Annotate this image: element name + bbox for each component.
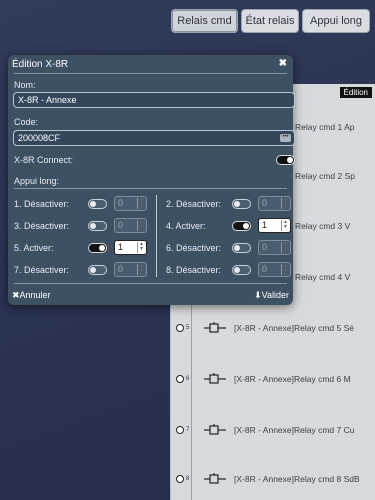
divider	[14, 188, 287, 189]
spinner-icon[interactable]: ▲ ▼	[281, 264, 289, 275]
appui-2-value: 0	[262, 198, 268, 208]
appui-3-label: 3. Désactiver:	[14, 221, 70, 231]
row-number: 5	[186, 325, 190, 331]
appui-2-toggle[interactable]	[232, 199, 251, 209]
appui-1-value: 0	[118, 198, 124, 208]
appui-6-label: 6. Désactiver:	[166, 243, 222, 253]
appui-8-value: 0	[262, 264, 268, 274]
connect-toggle[interactable]	[276, 155, 295, 165]
appui-1-toggle[interactable]	[88, 199, 107, 209]
appui-7-label: 7. Désactiver:	[14, 265, 70, 275]
relay-label: [X-8R - Annexe]Relay cmd 7 Cu	[234, 425, 355, 435]
edit-dialog: Édition X-8R ✖ Nom: X-8R - Annexe Code: …	[8, 55, 295, 305]
relay-label: [X-8R - Annexe]Relay cmd 8 SdB	[234, 474, 360, 484]
relay-icon	[204, 473, 226, 484]
appui-4-input[interactable]: 1 ▲ ▼	[258, 218, 291, 233]
divider	[14, 283, 287, 284]
spinner-icon[interactable]: ▲ ▼	[137, 198, 145, 209]
relais-cmd-button[interactable]: Relais cmd	[171, 9, 238, 33]
spinner-icon[interactable]: ▲ ▼	[281, 198, 289, 209]
list-item[interactable]: 6 [X-8R - Annexe]Relay cmd 6 M	[171, 369, 375, 389]
row-number: 8	[186, 476, 190, 482]
more-icon[interactable]: •••	[280, 134, 291, 142]
list-item[interactable]: 5 [X-8R - Annexe]Relay cmd 5 Sé	[171, 318, 375, 338]
code-label: Code:	[14, 117, 39, 127]
relay-label: [X-8R - Annexe]Relay cmd 5 Sé	[234, 323, 355, 333]
appui-3-value: 0	[118, 220, 124, 230]
row-number: 7	[186, 427, 190, 433]
select-radio[interactable]	[176, 475, 184, 483]
list-item[interactable]: Relay cmd 3 V	[295, 221, 350, 231]
list-item[interactable]: Relay cmd 4 V	[295, 272, 350, 282]
appui-7-input[interactable]: 0 ▲ ▼	[114, 262, 147, 277]
appui-1-label: 1. Désactiver:	[14, 199, 70, 209]
appui-7-toggle[interactable]	[88, 265, 107, 275]
row-number: 6	[186, 376, 190, 382]
connect-label: X-8R Connect:	[14, 155, 74, 165]
spinner-icon[interactable]: ▲ ▼	[137, 242, 145, 253]
list-item[interactable]: Relay cmd 2 Sp	[295, 171, 355, 181]
appui-3-input[interactable]: 0 ▲ ▼	[114, 218, 147, 233]
etat-relais-button[interactable]: État relais	[241, 9, 299, 33]
close-icon[interactable]: ✖	[279, 58, 287, 69]
appui-6-value: 0	[262, 242, 268, 252]
appui-6-toggle[interactable]	[232, 243, 251, 253]
select-radio[interactable]	[176, 324, 184, 332]
appui-8-toggle[interactable]	[232, 265, 251, 275]
appui-long-button[interactable]: Appui long	[302, 9, 370, 33]
appui-5-toggle[interactable]	[88, 243, 107, 253]
appui-6-input[interactable]: 0 ▲ ▼	[258, 240, 291, 255]
relay-label: [X-8R - Annexe]Relay cmd 6 M	[234, 374, 351, 384]
nom-label: Nom:	[14, 80, 36, 90]
appui-1-input[interactable]: 0 ▲ ▼	[114, 196, 147, 211]
spinner-icon[interactable]: ▲ ▼	[137, 220, 145, 231]
validate-button[interactable]: ⬇Valider	[254, 290, 289, 301]
nom-field[interactable]: X-8R - Annexe	[13, 92, 295, 108]
select-radio[interactable]	[176, 426, 184, 434]
appui-4-label: 4. Activer:	[166, 221, 206, 231]
appui-5-label: 5. Activer:	[14, 243, 54, 253]
appui-5-value: 1	[118, 242, 124, 252]
divider	[14, 73, 287, 74]
select-radio[interactable]	[176, 375, 184, 383]
code-field[interactable]: 200008CF •••	[13, 130, 295, 146]
appui-8-label: 8. Désactiver:	[166, 265, 222, 275]
relay-icon	[204, 373, 226, 384]
appui-4-value: 1	[262, 220, 268, 230]
appui-2-label: 2. Désactiver:	[166, 199, 222, 209]
column-divider	[156, 195, 157, 277]
relay-icon	[204, 424, 226, 435]
appui-long-label: Appui long:	[14, 176, 60, 186]
appui-3-toggle[interactable]	[88, 221, 107, 231]
appui-2-input[interactable]: 0 ▲ ▼	[258, 196, 291, 211]
appui-7-value: 0	[118, 264, 124, 274]
list-item[interactable]: 8 [X-8R - Annexe]Relay cmd 8 SdB	[171, 469, 375, 489]
appui-5-input[interactable]: 1 ▲ ▼	[114, 240, 147, 255]
appui-8-input[interactable]: 0 ▲ ▼	[258, 262, 291, 277]
spinner-icon[interactable]: ▲ ▼	[281, 220, 289, 231]
relay-icon	[204, 322, 226, 333]
cancel-button[interactable]: ✖Annuler	[12, 290, 51, 301]
dialog-title: Édition X-8R	[12, 59, 69, 70]
spinner-icon[interactable]: ▲ ▼	[137, 264, 145, 275]
list-item[interactable]: Relay cmd 1 Ap	[295, 122, 355, 132]
edition-tag[interactable]: Édition	[339, 87, 372, 98]
appui-4-toggle[interactable]	[232, 221, 251, 231]
spinner-icon[interactable]: ▲ ▼	[281, 242, 289, 253]
code-value: 200008CF	[18, 133, 61, 143]
list-item[interactable]: 7 [X-8R - Annexe]Relay cmd 7 Cu	[171, 420, 375, 440]
